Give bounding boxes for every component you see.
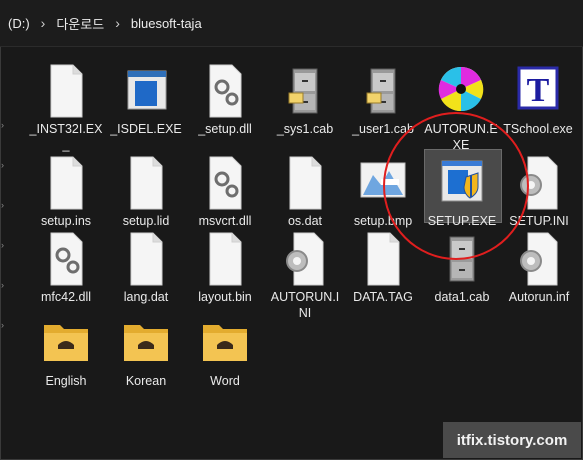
watermark: itfix.tistory.com: [443, 422, 581, 458]
file-name: setup.bmp: [353, 214, 413, 228]
folder-name: Korean: [125, 374, 167, 388]
file-name: setup.ins: [40, 214, 92, 228]
file-item[interactable]: T TSchool.exe: [500, 63, 576, 137]
blank-file-icon: [42, 155, 90, 211]
file-name: _user1.cab: [352, 122, 414, 136]
file-name: _sys1.cab: [276, 122, 334, 136]
breadcrumb: (D:) › 다운로드 › bluesoft-taja: [0, 0, 583, 47]
file-name: setup.lid: [122, 214, 170, 228]
file-item[interactable]: setup.ins: [28, 155, 104, 229]
file-name: SETUP.INI: [509, 214, 569, 228]
folder-item[interactable]: English: [28, 315, 104, 389]
file-name: Autorun.inf: [508, 290, 570, 304]
file-item[interactable]: msvcrt.dll: [187, 155, 263, 229]
file-grid: _INST32I.EX_ _ISDEL.EXE _setup.dll _sys1…: [0, 47, 583, 460]
file-item[interactable]: lang.dat: [108, 231, 184, 305]
file-item[interactable]: layout.bin: [187, 231, 263, 305]
tschool-t-icon: T: [514, 63, 562, 119]
gear-file-icon: [515, 155, 563, 211]
file-item[interactable]: os.dat: [267, 155, 343, 229]
blank-file-icon: [281, 155, 329, 211]
file-item[interactable]: setup.bmp: [345, 155, 421, 229]
file-item[interactable]: _sys1.cab: [267, 63, 343, 137]
file-name: _ISDEL.EXE: [110, 122, 182, 136]
settings-file-icon: [42, 231, 90, 287]
bitmap-image-icon: [359, 155, 407, 211]
file-item[interactable]: DATA.TAG: [345, 231, 421, 305]
chevron-right-icon[interactable]: ›: [115, 15, 120, 31]
file-name: SETUP.EXE: [427, 214, 497, 228]
file-name: data1.cab: [434, 290, 490, 304]
file-item[interactable]: _user1.cab: [345, 63, 421, 137]
svg-text:T: T: [527, 72, 550, 109]
cabinet-icon: [359, 63, 407, 119]
file-name: _setup.dll: [198, 122, 252, 136]
breadcrumb-folder-current[interactable]: bluesoft-taja: [129, 16, 204, 31]
file-name: AUTORUN.INI: [270, 290, 340, 320]
folder-item[interactable]: Korean: [108, 315, 184, 389]
cabinet-icon: [438, 231, 486, 287]
settings-file-icon: [201, 63, 249, 119]
file-name: _INST32I.EX_: [29, 122, 103, 152]
file-name: TSchool.exe: [503, 122, 573, 136]
gear-file-icon: [281, 231, 329, 287]
file-item[interactable]: AUTORUN.INI: [267, 231, 343, 321]
file-item[interactable]: data1.cab: [424, 231, 500, 305]
chevron-right-icon[interactable]: ›: [41, 15, 46, 31]
file-item[interactable]: AUTORUN.EXE: [423, 63, 499, 153]
file-name: mfc42.dll: [40, 290, 92, 304]
breadcrumb-folder-downloads[interactable]: 다운로드: [54, 14, 106, 33]
file-item[interactable]: _INST32I.EX_: [28, 63, 104, 153]
file-item[interactable]: mfc42.dll: [28, 231, 104, 305]
breadcrumb-drive[interactable]: (D:): [6, 16, 32, 31]
installer-shield-icon: [438, 155, 486, 211]
settings-file-icon: [201, 155, 249, 211]
file-name: msvcrt.dll: [198, 214, 252, 228]
file-name: DATA.TAG: [353, 290, 413, 304]
folder-icon: [122, 315, 170, 371]
blank-file-icon: [122, 155, 170, 211]
file-item[interactable]: _ISDEL.EXE: [108, 63, 184, 137]
autorun-colorful-icon: [437, 63, 485, 119]
blank-file-icon: [359, 231, 407, 287]
file-item-selected[interactable]: SETUP.EXE: [424, 149, 502, 229]
file-name: layout.bin: [198, 290, 252, 304]
file-name: os.dat: [287, 214, 323, 228]
blank-file-icon: [122, 231, 170, 287]
gear-file-icon: [515, 231, 563, 287]
file-item[interactable]: SETUP.INI: [501, 155, 577, 229]
cabinet-icon: [281, 63, 329, 119]
file-item[interactable]: Autorun.inf: [501, 231, 577, 305]
folder-name: English: [45, 374, 87, 388]
file-name: lang.dat: [123, 290, 169, 304]
folder-icon: [201, 315, 249, 371]
folder-icon: [42, 315, 90, 371]
blank-file-icon: [201, 231, 249, 287]
file-item[interactable]: _setup.dll: [187, 63, 263, 137]
folder-item[interactable]: Word: [187, 315, 263, 389]
folder-name: Word: [210, 374, 240, 388]
exe-window-icon: [122, 63, 170, 119]
blank-file-icon: [42, 63, 90, 119]
file-item[interactable]: setup.lid: [108, 155, 184, 229]
